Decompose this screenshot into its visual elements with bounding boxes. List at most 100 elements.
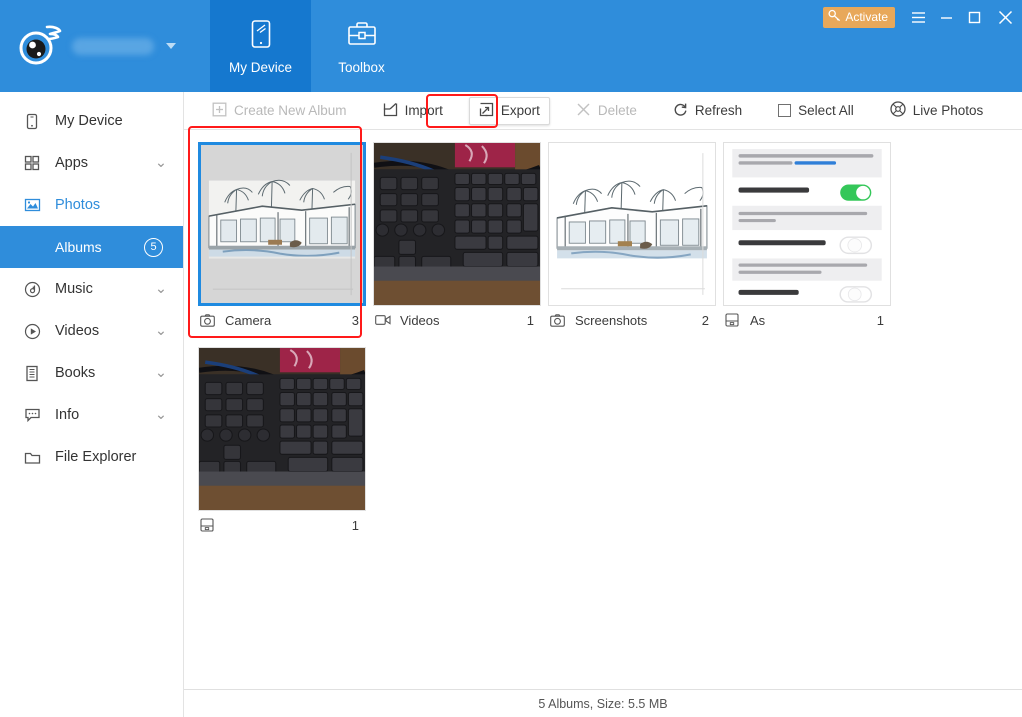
tab-my-device-label: My Device bbox=[228, 59, 292, 75]
save-disk-icon bbox=[200, 518, 218, 532]
sidebar-item-photos-label: Photos bbox=[55, 197, 101, 213]
import-button[interactable]: Import bbox=[373, 97, 453, 125]
checkbox-icon[interactable] bbox=[778, 104, 792, 117]
activate-label: Activate bbox=[845, 9, 888, 24]
sidebar-item-info-label: Info bbox=[55, 407, 80, 423]
chevron-down-icon: ⌄ bbox=[154, 407, 167, 423]
title-bar: My Device Toolbox Activate bbox=[0, 0, 1022, 92]
brand-area[interactable] bbox=[0, 0, 210, 92]
imobie-eye-logo bbox=[14, 21, 64, 71]
create-new-album-button[interactable]: Create New Album bbox=[202, 97, 357, 125]
album-label: 1 bbox=[198, 511, 366, 539]
sidebar-item-videos-label: Videos bbox=[55, 323, 100, 339]
window-controls: Activate bbox=[823, 0, 1022, 34]
device-name-redacted bbox=[72, 37, 154, 55]
plus-box-icon bbox=[212, 102, 227, 120]
chevron-down-icon: ⌄ bbox=[154, 365, 167, 381]
tab-my-device[interactable]: My Device bbox=[210, 0, 311, 92]
select-all-button[interactable]: Select All bbox=[768, 98, 864, 123]
album-thumbnail bbox=[198, 347, 366, 511]
chevron-down-icon[interactable] bbox=[166, 43, 176, 49]
video-icon bbox=[375, 314, 393, 326]
album-label: As 1 bbox=[723, 306, 891, 334]
album-card-as[interactable]: As 1 bbox=[723, 142, 891, 334]
hamburger-menu-icon[interactable] bbox=[904, 0, 932, 34]
sidebar: My Device Apps ⌄ Photos Albums 5 Music ⌄… bbox=[0, 92, 184, 717]
albums-count-badge: 5 bbox=[144, 237, 163, 257]
grid-squares-icon bbox=[24, 155, 46, 171]
content-toolbar: Create New Album Import Export Delete Re… bbox=[184, 92, 1022, 130]
camera-icon bbox=[200, 313, 218, 327]
sidebar-item-my-device-label: My Device bbox=[55, 113, 123, 129]
body: My Device Apps ⌄ Photos Albums 5 Music ⌄… bbox=[0, 92, 1022, 717]
play-circle-icon bbox=[24, 323, 46, 340]
create-new-album-label: Create New Album bbox=[234, 103, 347, 118]
sidebar-item-videos[interactable]: Videos ⌄ bbox=[0, 310, 183, 352]
briefcase-icon bbox=[345, 18, 379, 52]
refresh-icon bbox=[673, 102, 688, 120]
album-name: Videos bbox=[400, 312, 440, 328]
album-label: Camera 3 bbox=[198, 306, 366, 334]
album-card-screenshots[interactable]: Screenshots 2 bbox=[548, 142, 716, 334]
folder-icon bbox=[24, 450, 46, 465]
content-panel: Create New Album Import Export Delete Re… bbox=[184, 92, 1022, 717]
album-count: 1 bbox=[526, 312, 534, 328]
close-icon[interactable] bbox=[988, 0, 1022, 34]
sidebar-item-info[interactable]: Info ⌄ bbox=[0, 394, 183, 436]
album-card-camera[interactable]: Camera 3 bbox=[198, 142, 366, 334]
export-arrow-icon bbox=[479, 102, 494, 120]
album-label: Videos 1 bbox=[373, 306, 541, 334]
album-name: Screenshots bbox=[575, 312, 648, 328]
album-count: 3 bbox=[351, 312, 359, 328]
activate-button[interactable]: Activate bbox=[823, 6, 895, 28]
sidebar-item-file-explorer[interactable]: File Explorer bbox=[0, 436, 183, 478]
delete-label: Delete bbox=[597, 103, 637, 118]
album-name: Camera bbox=[225, 312, 272, 328]
sidebar-item-books[interactable]: Books ⌄ bbox=[0, 352, 183, 394]
tablet-icon bbox=[246, 18, 276, 52]
export-label: Export bbox=[500, 103, 540, 118]
refresh-button[interactable]: Refresh bbox=[663, 97, 752, 125]
import-label: Import bbox=[404, 103, 443, 118]
albums-grid: Camera 3 Videos 1 Screenshots 2 As 1 1 bbox=[184, 142, 1022, 552]
save-disk-icon bbox=[725, 313, 743, 327]
sidebar-item-music[interactable]: Music ⌄ bbox=[0, 268, 183, 310]
speech-bubble-icon bbox=[24, 407, 46, 423]
chevron-down-icon: ⌄ bbox=[154, 281, 167, 297]
album-thumbnail bbox=[723, 142, 891, 306]
sidebar-item-apps-label: Apps bbox=[55, 155, 89, 171]
delete-button[interactable]: Delete bbox=[566, 97, 647, 125]
x-icon bbox=[576, 102, 591, 120]
album-label: Screenshots 2 bbox=[548, 306, 716, 334]
key-icon bbox=[828, 9, 841, 25]
chevron-down-icon: ⌄ bbox=[154, 323, 167, 339]
book-icon bbox=[24, 365, 46, 382]
album-card-videos[interactable]: Videos 1 bbox=[373, 142, 541, 334]
status-text: 5 Albums, Size: 5.5 MB bbox=[538, 696, 668, 711]
live-photos-label: Live Photos bbox=[912, 103, 984, 118]
sidebar-item-photos[interactable]: Photos bbox=[0, 184, 183, 226]
sidebar-item-albums[interactable]: Albums 5 bbox=[0, 226, 183, 268]
sidebar-item-file-explorer-label: File Explorer bbox=[55, 449, 137, 465]
picture-icon bbox=[24, 197, 46, 213]
minimize-icon[interactable] bbox=[932, 0, 960, 34]
live-photos-button[interactable]: Live Photos bbox=[880, 96, 994, 125]
tab-toolbox-label: Toolbox bbox=[338, 59, 385, 75]
camera-icon bbox=[550, 313, 568, 327]
status-bar: 5 Albums, Size: 5.5 MB bbox=[184, 689, 1022, 717]
albums-grid-area: Camera 3 Videos 1 Screenshots 2 As 1 1 bbox=[184, 130, 1022, 689]
sidebar-item-music-label: Music bbox=[55, 281, 93, 297]
phone-icon bbox=[24, 113, 46, 130]
sidebar-item-apps[interactable]: Apps ⌄ bbox=[0, 142, 183, 184]
album-thumbnail bbox=[548, 142, 716, 306]
sidebar-item-albums-label: Albums bbox=[55, 239, 102, 255]
album-count: 1 bbox=[351, 517, 359, 533]
tab-toolbox[interactable]: Toolbox bbox=[311, 0, 412, 92]
album-name: As bbox=[750, 312, 766, 328]
album-card-redacted[interactable]: 1 bbox=[198, 347, 366, 539]
maximize-icon[interactable] bbox=[960, 0, 988, 34]
export-button[interactable]: Export bbox=[468, 96, 550, 125]
sidebar-item-my-device[interactable]: My Device bbox=[0, 100, 183, 142]
sidebar-item-books-label: Books bbox=[55, 365, 96, 381]
album-count: 2 bbox=[701, 312, 709, 328]
